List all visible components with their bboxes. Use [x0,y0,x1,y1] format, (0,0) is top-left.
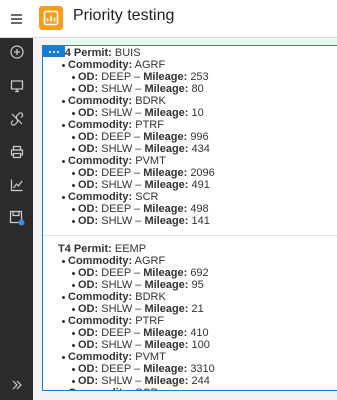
print-icon [10,145,23,159]
od-mileage-item: OD: SHLW – Mileage: 21 [58,303,337,315]
od-mileage-item: OD: DEEP – Mileage: 3310 [58,363,337,375]
commodity-item: Commodity: BDRK [58,291,337,303]
link-button[interactable] [0,104,33,134]
od-mileage-item: OD: DEEP – Mileage: 2096 [58,167,337,179]
od-mileage-item: OD: SHLW – Mileage: 95 [58,279,337,291]
more-options-button[interactable] [43,46,65,57]
od-mileage-item: OD: DEEP – Mileage: 253 [58,71,337,83]
left-toolbar [0,0,33,400]
permit-block: T4 Permit: BUIS Commodity: AGRF OD: DEEP –… [43,47,337,227]
commodity-item: Commodity: PTRF [58,315,337,327]
results-panel[interactable]: T4 Permit: BUIS Commodity: AGRF OD: DEEP –… [42,45,337,391]
od-mileage-item: OD: SHLW – Mileage: 141 [58,215,337,227]
od-mileage-item: OD: DEEP – Mileage: 996 [58,131,337,143]
app-logo-icon [39,6,63,30]
commodity-item: Commodity: PVMT [58,351,337,363]
save-button[interactable] [0,203,33,233]
od-mileage-item: OD: SHLW – Mileage: 244 [58,375,337,387]
od-mileage-item: OD: SHLW – Mileage: 80 [58,83,337,95]
expand-icon [12,380,22,390]
monitor-icon [10,80,23,93]
od-mileage-item: OD: SHLW – Mileage: 100 [58,339,337,351]
page-title: Priority testing [73,7,175,24]
menu-icon[interactable] [9,11,25,25]
permit-list: T4 Permit: BUIS Commodity: AGRF OD: DEEP –… [43,47,337,390]
permit-heading: T4 Permit: EEMP [58,243,147,255]
commodity-item: Commodity: BDRK [58,95,337,107]
monitor-button[interactable] [0,71,33,101]
save-icon [9,210,24,226]
od-mileage-item: OD: DEEP – Mileage: 410 [58,327,337,339]
add-button[interactable] [0,37,33,67]
od-mileage-item: OD: SHLW – Mileage: 491 [58,179,337,191]
chart-icon [10,179,22,192]
commodity-item: Commodity: SCR [58,191,337,203]
commodity-item: Commodity: PVMT [58,155,337,167]
main-area: T4 Permit: BUIS Commodity: AGRF OD: DEEP –… [33,38,337,400]
commodity-item: Commodity: AGRF [58,255,337,267]
od-mileage-item: OD: SHLW – Mileage: 434 [58,143,337,155]
od-mileage-item: OD: DEEP – Mileage: 692 [58,267,337,279]
commodity-item: Commodity: PTRF [58,119,337,131]
expand-sidebar-button[interactable] [0,370,33,400]
print-button[interactable] [0,137,33,167]
od-mileage-item: OD: DEEP – Mileage: 498 [58,203,337,215]
od-mileage-item: OD: SHLW – Mileage: 10 [58,107,337,119]
permit-heading: T4 Permit: BUIS [58,47,141,59]
chart-button[interactable] [0,170,33,200]
permit-block: T4 Permit: EEMP Commodity: AGRF OD: DEEP –… [43,235,337,390]
add-icon [9,45,24,59]
app-header: Priority testing [0,0,337,38]
commodity-item: Commodity: AGRF [58,59,337,71]
commodity-item: Commodity: SCR [58,387,337,390]
link-icon [10,112,23,126]
